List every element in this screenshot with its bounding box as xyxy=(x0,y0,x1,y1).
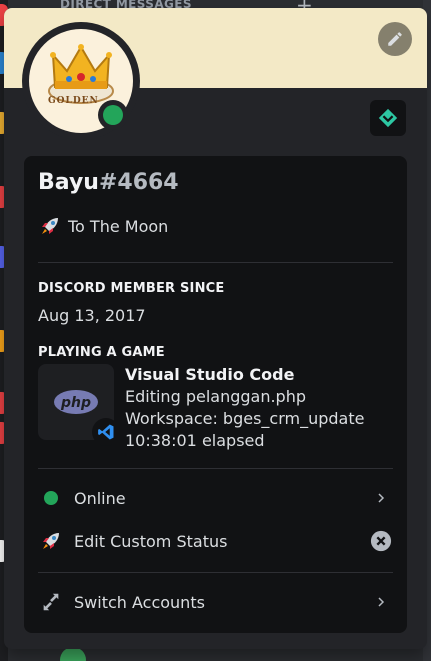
vscode-icon xyxy=(92,418,120,446)
username-name: Bayu xyxy=(38,170,99,195)
game-state: Workspace: bges_crm_update xyxy=(125,409,365,428)
user-profile-popout: GOLDEN Bayu#4664 To The Moon DISCORD MEM… xyxy=(4,8,427,649)
divider xyxy=(38,468,393,469)
divider xyxy=(38,262,393,263)
switch-accounts-label: Switch Accounts xyxy=(74,592,205,612)
edit-custom-status-label: Edit Custom Status xyxy=(74,531,228,551)
online-status-icon xyxy=(38,485,64,511)
status-indicator xyxy=(98,100,128,130)
rocket-icon xyxy=(42,218,58,234)
divider xyxy=(38,572,393,573)
member-since-date: Aug 13, 2017 xyxy=(38,306,146,325)
custom-status-text: To The Moon xyxy=(68,216,169,236)
game-elapsed: 10:38:01 elapsed xyxy=(125,431,265,450)
custom-status: To The Moon xyxy=(38,214,168,238)
game-details: Editing pelanggan.php xyxy=(125,387,306,406)
pencil-icon xyxy=(388,32,402,46)
profile-info-card: Bayu#4664 To The Moon DISCORD MEMBER SIN… xyxy=(24,156,407,633)
switch-accounts-button[interactable]: Switch Accounts xyxy=(32,583,399,621)
hypesquad-balance-icon xyxy=(378,108,398,128)
clear-circle-icon xyxy=(370,530,392,552)
edit-custom-status-button[interactable]: Edit Custom Status xyxy=(32,522,399,560)
clear-status-button[interactable] xyxy=(369,529,393,553)
switch-accounts-icon xyxy=(38,589,64,615)
avatar-logo-text: GOLDEN xyxy=(48,96,99,106)
username[interactable]: Bayu#4664 xyxy=(38,170,179,195)
hypesquad-badge[interactable] xyxy=(370,100,406,136)
online-label: Online xyxy=(74,488,126,508)
rocket-icon xyxy=(38,528,64,554)
online-status-dot xyxy=(103,105,123,125)
member-since-title: DISCORD MEMBER SINCE xyxy=(38,281,225,296)
php-logo-icon: php xyxy=(54,390,98,414)
game-name: Visual Studio Code xyxy=(125,365,295,384)
username-discriminator: #4664 xyxy=(98,170,179,195)
svg-text:php: php xyxy=(60,395,91,411)
playing-game-title: PLAYING A GAME xyxy=(38,345,165,360)
chevron-right-icon xyxy=(369,486,393,510)
chevron-right-icon xyxy=(369,590,393,614)
edit-profile-button[interactable] xyxy=(378,22,412,56)
game-activity: Visual Studio Code Editing pelanggan.php… xyxy=(125,364,364,452)
status-menu-online[interactable]: Online xyxy=(32,479,399,517)
avatar xyxy=(60,647,86,661)
